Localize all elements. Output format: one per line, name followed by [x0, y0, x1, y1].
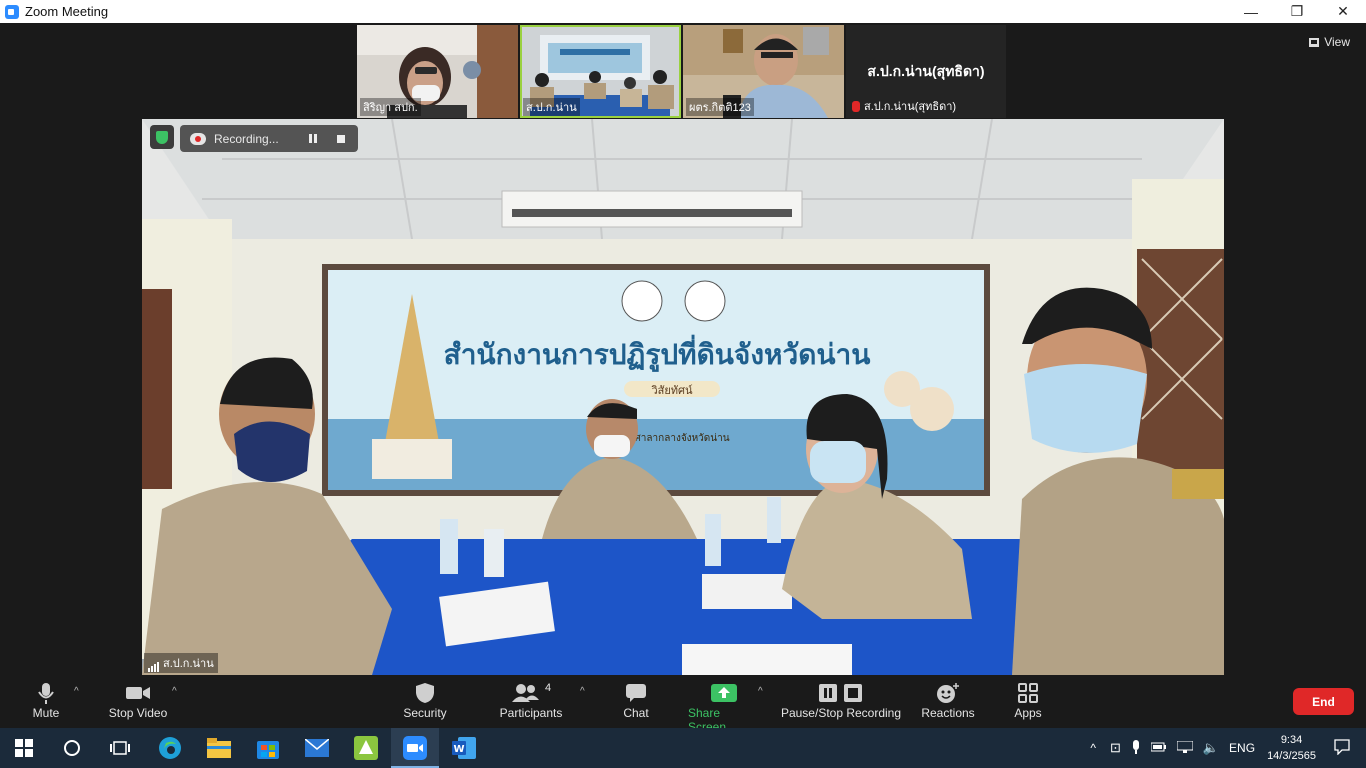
recording-status: Recording... [214, 131, 279, 146]
encryption-shield-icon[interactable] [150, 125, 174, 149]
microsoft-store-icon[interactable] [244, 728, 292, 768]
mute-label: Mute [32, 706, 60, 720]
window-controls: — ❐ ✕ [1228, 0, 1366, 23]
share-screen-button[interactable]: Share Screen [688, 680, 760, 734]
participant-name: สิริญา สปก. [360, 98, 421, 116]
apps-label: Apps [1014, 706, 1042, 720]
microphone-tray-icon[interactable] [1131, 739, 1141, 757]
participant-name: ผตร.กิตติ123 [686, 98, 754, 116]
mic-muted-icon [852, 100, 860, 112]
search-circle-icon[interactable] [48, 728, 96, 768]
clock-date: 14/3/2565 [1267, 750, 1316, 762]
participant-thumbnail[interactable]: สิริญา สปก. [357, 25, 518, 118]
stop-video-button[interactable]: Stop Video [104, 680, 172, 720]
input-language[interactable]: ENG [1229, 741, 1255, 755]
participants-label: Participants [499, 706, 563, 720]
network-icon[interactable] [1176, 740, 1194, 756]
chat-bubble-icon [625, 680, 647, 706]
reactions-button[interactable]: Reactions [920, 680, 976, 720]
green-app-icon[interactable] [342, 728, 390, 768]
participant-name: ส.ป.ก.น่าน [523, 98, 580, 116]
notification-center-icon[interactable] [1334, 738, 1350, 758]
windows-start-icon[interactable] [0, 728, 48, 768]
cloud-recording-icon [190, 132, 206, 145]
microphone-icon [37, 680, 55, 706]
security-button[interactable]: Security [400, 680, 450, 720]
security-shield-icon [415, 680, 435, 706]
view-grid-icon [1309, 37, 1320, 47]
audio-options-chevron-icon[interactable]: ^ [74, 686, 79, 697]
smiley-plus-icon [936, 680, 960, 706]
volume-icon[interactable]: 🔈 [1203, 740, 1219, 756]
stop-video-label: Stop Video [108, 706, 168, 720]
view-button[interactable]: View [1309, 35, 1350, 49]
security-label: Security [403, 706, 447, 720]
pause-recording-icon[interactable] [308, 134, 317, 143]
video-options-chevron-icon[interactable]: ^ [172, 686, 177, 697]
meet-now-icon[interactable]: ⊡ [1110, 740, 1121, 756]
file-explorer-icon[interactable] [195, 728, 243, 768]
participant-thumbnail-active[interactable]: ส.ป.ก.น่าน [520, 25, 681, 118]
battery-icon[interactable] [1150, 741, 1167, 755]
restore-button[interactable]: ❐ [1274, 0, 1320, 23]
chat-label: Chat [623, 706, 649, 720]
meeting-toolbar: Mute ^ Stop Video ^ Security 4 Participa… [0, 676, 1366, 734]
window-title: Zoom Meeting [25, 4, 109, 19]
word-icon[interactable]: W [440, 728, 488, 768]
pause-stop-recording-label: Pause/Stop Recording [780, 706, 902, 720]
mute-button[interactable]: Mute [24, 680, 68, 720]
pause-stop-recording-button[interactable]: Pause/Stop Recording [780, 680, 902, 720]
banner-footer: ศาลากลางจังหวัดน่าน [634, 433, 729, 444]
windows-taskbar: W ^ ⊡ 🔈 ENG 9:34 14/3/2565 [0, 728, 1366, 768]
title-bar: Zoom Meeting — ❐ ✕ [0, 0, 1366, 23]
mail-icon[interactable] [293, 728, 341, 768]
edge-browser-icon[interactable] [146, 728, 194, 768]
participant-name: ส.ป.ก.น่าน(สุทธิดา) [864, 101, 957, 113]
end-meeting-button[interactable]: End [1293, 688, 1354, 715]
share-screen-icon [711, 680, 737, 706]
banner-title: สำนักงานการปฏิรูปที่ดินจังหวัดน่าน [444, 334, 871, 372]
apps-button[interactable]: Apps [1008, 680, 1048, 720]
participants-icon: 4 [511, 680, 551, 706]
signal-strength-icon [148, 662, 159, 672]
minimize-button[interactable]: — [1228, 0, 1274, 23]
participant-display-name: ส.ป.ก.น่าน(สุทธิดา) [867, 63, 985, 79]
meeting-area: สิริญา สปก. ส.ป.ก.น่าน ผตร.กิตติ123 ส.ป.… [0, 23, 1366, 676]
svg-text:W: W [453, 744, 464, 755]
participant-name-tile[interactable]: ส.ป.ก.น่าน(สุทธิดา) ส.ป.ก.น่าน(สุทธิดา) [846, 25, 1006, 118]
zoom-app-icon [5, 4, 19, 19]
active-speaker-label: ส.ป.ก.น่าน [144, 653, 218, 673]
system-tray: ^ ⊡ 🔈 ENG 9:34 14/3/2565 [1090, 728, 1366, 768]
stop-recording-icon[interactable] [336, 134, 345, 143]
clock-time: 9:34 [1280, 734, 1303, 746]
view-label: View [1324, 35, 1350, 49]
participants-button[interactable]: 4 Participants [496, 680, 566, 720]
chat-button[interactable]: Chat [616, 680, 656, 720]
video-camera-icon [125, 680, 151, 706]
active-speaker-video: สำนักงานการปฏิรูปที่ดินจังหวัดน่าน วิสัย… [142, 119, 1224, 675]
taskbar-clock[interactable]: 9:34 14/3/2565 [1267, 732, 1316, 764]
close-button[interactable]: ✕ [1320, 0, 1366, 23]
participant-strip: สิริญา สปก. ส.ป.ก.น่าน ผตร.กิตติ123 ส.ป.… [357, 25, 1007, 118]
reactions-label: Reactions [921, 706, 975, 720]
apps-grid-icon [1018, 680, 1038, 706]
participant-name-label: ส.ป.ก.น่าน(สุทธิดา) [852, 97, 956, 115]
participants-options-chevron-icon[interactable]: ^ [580, 686, 585, 697]
share-options-chevron-icon[interactable]: ^ [758, 686, 763, 697]
participant-thumbnail[interactable]: ผตร.กิตติ123 [683, 25, 844, 118]
show-hidden-icons-chevron-icon[interactable]: ^ [1090, 741, 1096, 755]
speaker-name: ส.ป.ก.น่าน [163, 658, 214, 670]
recording-indicator: Recording... [150, 125, 358, 152]
zoom-taskbar-icon[interactable] [391, 728, 439, 768]
recording-pill: Recording... [180, 125, 358, 152]
participants-count: 4 [544, 682, 552, 694]
pause-stop-recording-icon [819, 680, 863, 706]
conference-room-scene: สำนักงานการปฏิรูปที่ดินจังหวัดน่าน วิสัย… [142, 119, 1224, 675]
task-view-icon[interactable] [96, 728, 144, 768]
banner-subtitle: วิสัยทัศน์ [651, 384, 693, 397]
